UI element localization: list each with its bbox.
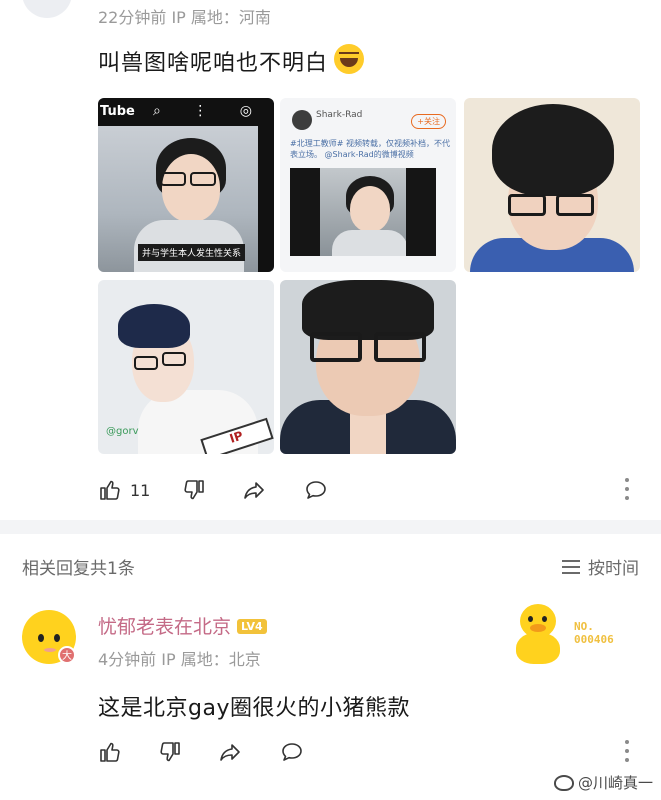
- search-icon: ⌕ ⋮ ◎: [153, 103, 266, 119]
- person-shirt: [332, 230, 408, 256]
- reply-actions: [98, 738, 638, 766]
- level-badge: LV4: [237, 619, 267, 634]
- share-arrow-icon: [244, 482, 264, 499]
- reply-like-button[interactable]: [98, 738, 122, 766]
- watermark-text: @川崎真一: [577, 774, 653, 792]
- avatar-blush: [44, 648, 56, 652]
- video-letterbox: [290, 168, 320, 256]
- glasses: [556, 194, 594, 216]
- person-hair: [492, 104, 614, 196]
- section-divider: [0, 520, 661, 534]
- comment-button[interactable]: [304, 476, 328, 504]
- glasses: [134, 356, 158, 370]
- avatar-badge: 大: [58, 646, 76, 664]
- person-hair: [118, 304, 190, 348]
- duck-eye: [528, 616, 533, 622]
- follow-button: +关注: [411, 114, 446, 129]
- weibo-logo-icon: [553, 774, 574, 791]
- comment-bubble-icon: [282, 743, 302, 761]
- embedded-username: Shark-Rad: [316, 110, 363, 120]
- glasses: [310, 332, 362, 362]
- reply-dislike-button[interactable]: [158, 738, 182, 766]
- post-image-1[interactable]: Tube ⌕ ⋮ ◎ 并与学生本人发生性关系: [98, 98, 274, 272]
- reply-username[interactable]: 忧郁老表在北京 LV4: [98, 612, 267, 639]
- medal-number: NO. 000406: [574, 620, 614, 646]
- post-meta: 22分钟前 IP 属地：河南: [98, 8, 271, 27]
- comment-bubble-icon: [306, 481, 326, 499]
- post-image-3[interactable]: [464, 98, 640, 272]
- person-hair: [302, 280, 434, 340]
- embedded-post-text: #北理工教师# 视频转载，仅视频补档，不代表立场。 @Shark-Rad的微博视…: [290, 139, 450, 159]
- thumbs-down-icon: [160, 742, 180, 762]
- replies-count-header: 相关回复共1条: [22, 559, 135, 579]
- duck-head: [520, 604, 556, 638]
- post-text-content: 叫兽图啥呢咱也不明白: [98, 51, 329, 76]
- glasses: [160, 172, 186, 186]
- person-face: [350, 186, 390, 232]
- video-caption: 并与学生本人发生性关系: [138, 244, 246, 261]
- share-button[interactable]: [242, 476, 266, 504]
- medal-number-line2: 000406: [574, 633, 614, 646]
- post-text: 叫兽图啥呢咱也不明白: [98, 44, 365, 77]
- video-topbar: Tube ⌕ ⋮ ◎: [98, 98, 274, 126]
- sort-list-icon: [562, 559, 580, 574]
- avatar-eye: [54, 634, 60, 642]
- like-count: 11: [130, 480, 151, 500]
- glasses: [190, 172, 216, 186]
- duck-medal-icon: [514, 604, 562, 664]
- sort-label: 按时间: [588, 559, 639, 579]
- person-face: [162, 154, 220, 222]
- glasses: [508, 194, 546, 216]
- sort-by-time-button[interactable]: 按时间: [562, 554, 639, 579]
- avatar-eye: [38, 634, 44, 642]
- more-options-icon[interactable]: [624, 740, 630, 762]
- reply-comment-button[interactable]: [280, 738, 304, 766]
- post-actions: 11: [98, 476, 638, 504]
- thumbs-up-icon: [100, 742, 120, 762]
- thumbs-down-icon: [184, 480, 204, 500]
- glasses: [374, 332, 426, 362]
- thumbs-up-icon: [100, 480, 120, 500]
- avatar: [292, 110, 312, 130]
- post-image-2[interactable]: Shark-Rad +关注 #北理工教师# 视频转载，仅视频补档，不代表立场。 …: [280, 98, 456, 272]
- poster-avatar[interactable]: [22, 0, 72, 18]
- video-letterbox: [406, 168, 436, 256]
- medal-number-line1: NO.: [574, 620, 594, 633]
- duck-eye: [542, 616, 547, 622]
- reply-text: 这是北京gay圈很火的小猪熊款: [98, 696, 410, 721]
- image-watermark: @gorv: [106, 426, 139, 437]
- dislike-button[interactable]: [182, 476, 206, 504]
- weibo-watermark: @川崎真一: [553, 772, 653, 793]
- glasses: [162, 352, 186, 366]
- more-options-icon[interactable]: [624, 478, 630, 500]
- share-arrow-icon: [220, 744, 240, 761]
- reply-share-button[interactable]: [218, 738, 242, 766]
- duck-beak: [530, 624, 546, 632]
- platform-label: Tube: [100, 104, 135, 119]
- video-sidebar: [258, 126, 274, 272]
- post-image-4[interactable]: @gorv IP: [98, 280, 274, 454]
- reply-username-text: 忧郁老表在北京: [98, 616, 232, 638]
- like-button[interactable]: 11: [98, 476, 150, 504]
- post-image-5[interactable]: [280, 280, 456, 454]
- reply-meta: 4分钟前 IP 属地：北京: [98, 650, 261, 669]
- post-card: 22分钟前 IP 属地：河南 叫兽图啥呢咱也不明白 Tube ⌕ ⋮ ◎ 并与学…: [0, 0, 661, 520]
- laughing-tears-emoji-icon: [334, 44, 365, 74]
